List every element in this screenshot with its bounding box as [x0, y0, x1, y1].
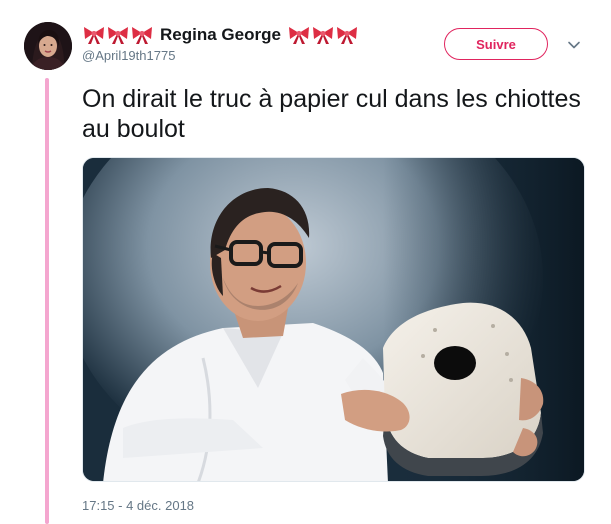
- tweet-media-photo[interactable]: [82, 157, 585, 482]
- tweet-timestamp[interactable]: 17:15 - 4 déc. 2018: [82, 498, 194, 513]
- avatar[interactable]: [24, 22, 72, 70]
- bow-ribbon-icon: [312, 27, 333, 44]
- follow-button[interactable]: Suivre: [444, 28, 548, 60]
- bow-ribbon-icon: [84, 27, 104, 44]
- bow-emoji-group-left: [82, 25, 154, 45]
- chevron-down-icon[interactable]: [567, 38, 581, 52]
- tweet-text: On dirait le truc à papier cul dans les …: [82, 85, 581, 143]
- bow-ribbon-icon: [288, 27, 309, 44]
- display-name[interactable]: Regina George: [160, 25, 281, 45]
- author-name-row[interactable]: Regina George: [82, 24, 462, 46]
- author-handle[interactable]: @April19th1775: [82, 48, 462, 63]
- bow-emoji-group-right: [287, 25, 359, 45]
- bow-ribbon-icon: [336, 27, 357, 44]
- profile-photo-icon: [24, 22, 72, 70]
- photo-man-holding-device: [83, 158, 584, 481]
- thread-connector-line: [45, 78, 49, 524]
- bow-ribbon-icon: [108, 27, 128, 44]
- tweet-header: Regina George @April19th1775: [82, 24, 462, 63]
- bow-ribbon-icon: [132, 27, 152, 44]
